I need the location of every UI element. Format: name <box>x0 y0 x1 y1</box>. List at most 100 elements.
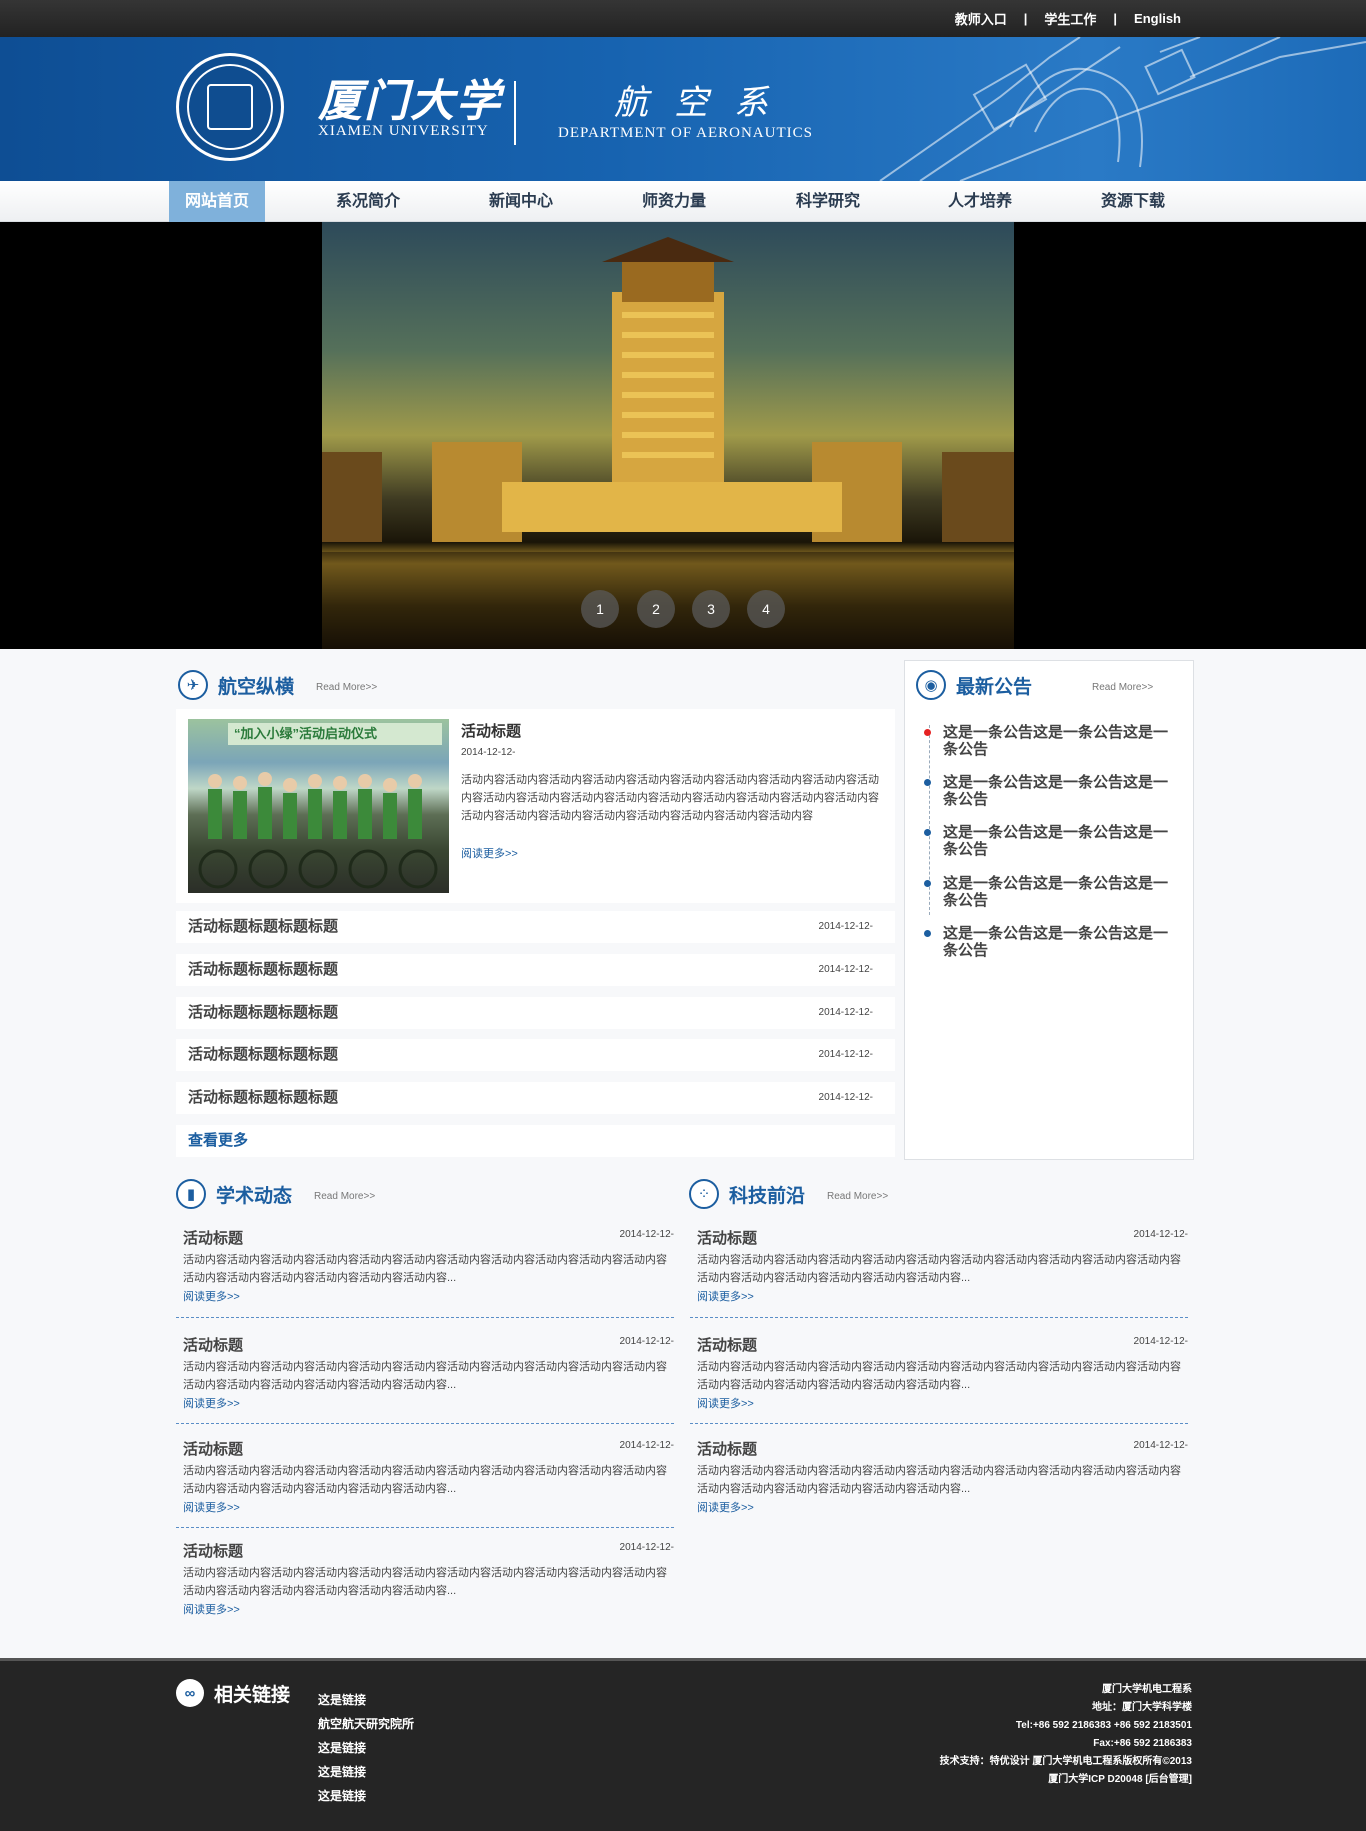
list-item[interactable]: 活动标题标题标题标题 2014-12-12- <box>176 911 895 943</box>
notice-item[interactable]: 这是一条公告这是一条公告这是一条公告 <box>924 774 1173 808</box>
aviation-title: 航空纵横 <box>218 676 295 698</box>
article-summary: 活动内容活动内容活动内容活动内容活动内容活动内容活动内容活动内容活动内容活动内容… <box>183 1254 667 1284</box>
university-name-cn: 厦门大学 <box>318 76 502 127</box>
article-read-more-link[interactable]: 阅读更多>> <box>183 1395 240 1411</box>
nav-news[interactable]: 新闻中心 <box>471 181 571 222</box>
activity-date: 2014-12-12- <box>461 747 516 758</box>
banner-slider: 1 2 3 4 <box>0 222 1366 649</box>
article-summary: 活动内容活动内容活动内容活动内容活动内容活动内容活动内容活动内容活动内容活动内容… <box>183 1361 667 1391</box>
notice-item-text[interactable]: 这是一条公告这是一条公告这是一条公告 <box>943 774 1168 808</box>
article-read-more-link[interactable]: 阅读更多>> <box>183 1601 240 1617</box>
top-links: 教师入口 | 学生工作 | English <box>955 0 1181 37</box>
nav-faculty[interactable]: 师资力量 <box>624 181 724 222</box>
view-more-link[interactable]: 查看更多 <box>188 1125 248 1157</box>
list-item-title[interactable]: 活动标题标题标题标题 <box>188 1039 338 1071</box>
nav-research[interactable]: 科学研究 <box>778 181 878 222</box>
slide-dot-2[interactable]: 2 <box>637 590 675 628</box>
nav-about[interactable]: 系况简介 <box>318 181 418 222</box>
notice-item[interactable]: 这是一条公告这是一条公告这是一条公告 <box>924 724 1173 758</box>
slide-dot-1[interactable]: 1 <box>581 590 619 628</box>
academic-read-more-link[interactable]: Read More>> <box>314 1191 375 1202</box>
notice-item-text[interactable]: 这是一条公告这是一条公告这是一条公告 <box>943 724 1168 758</box>
article-summary: 活动内容活动内容活动内容活动内容活动内容活动内容活动内容活动内容活动内容活动内容… <box>697 1361 1181 1391</box>
list-item-date: 2014-12-12- <box>818 1049 873 1060</box>
activity-read-more-link[interactable]: 阅读更多>> <box>461 845 518 861</box>
tech-read-more-link[interactable]: Read More>> <box>827 1191 888 1202</box>
list-item[interactable]: 活动标题标题标题标题 2014-12-12- <box>176 1039 895 1071</box>
article-read-more-link[interactable]: 阅读更多>> <box>697 1499 754 1515</box>
dashed-divider <box>690 1423 1188 1424</box>
article-title[interactable]: 活动标题 <box>697 1334 757 1355</box>
related-links: 这是链接 航空航天研究院所 这是链接 这是链接 这是链接 <box>318 1688 414 1808</box>
article-read-more-link[interactable]: 阅读更多>> <box>697 1395 754 1411</box>
footer-link[interactable]: 这是链接 <box>318 1693 366 1707</box>
article-summary: 活动内容活动内容活动内容活动内容活动内容活动内容活动内容活动内容活动内容活动内容… <box>183 1465 667 1495</box>
slide-dot-4[interactable]: 4 <box>747 590 785 628</box>
dashed-divider <box>176 1423 674 1424</box>
footer-address: 地址：厦门大学科学楼 <box>1092 1702 1192 1713</box>
student-work-link[interactable]: 学生工作 <box>1044 9 1096 28</box>
list-item[interactable]: 活动标题标题标题标题 2014-12-12- <box>176 1082 895 1114</box>
university-name: 厦门大学 XIAMEN UNIVERSITY <box>318 77 502 140</box>
teacher-entry-link[interactable]: 教师入口 <box>955 9 1007 28</box>
list-item[interactable]: 活动标题标题标题标题 2014-12-12- <box>176 997 895 1029</box>
aviation-read-more-link[interactable]: Read More>> <box>316 682 377 693</box>
article-title[interactable]: 活动标题 <box>183 1438 243 1459</box>
list-item-title[interactable]: 活动标题标题标题标题 <box>188 954 338 986</box>
list-item-date: 2014-12-12- <box>818 1007 873 1018</box>
list-item-title[interactable]: 活动标题标题标题标题 <box>188 911 338 943</box>
article-summary: 活动内容活动内容活动内容活动内容活动内容活动内容活动内容活动内容活动内容活动内容… <box>697 1465 1181 1495</box>
nav-education[interactable]: 人才培养 <box>930 181 1030 222</box>
article-date: 2014-12-12- <box>1133 1440 1188 1451</box>
nav-home[interactable]: 网站首页 <box>169 181 265 222</box>
slide-dot-3[interactable]: 3 <box>692 590 730 628</box>
english-link[interactable]: English <box>1134 11 1181 26</box>
list-item-title[interactable]: 活动标题标题标题标题 <box>188 997 338 1029</box>
footer-icp-admin[interactable]: 厦门大学ICP D20048 [后台管理] <box>940 1771 1192 1789</box>
article-title[interactable]: 活动标题 <box>183 1334 243 1355</box>
article-title[interactable]: 活动标题 <box>183 1540 243 1561</box>
list-item-date: 2014-12-12- <box>818 1092 873 1103</box>
article-read-more-link[interactable]: 阅读更多>> <box>183 1499 240 1515</box>
activity-title[interactable]: 活动标题 <box>461 720 521 741</box>
dashed-divider <box>690 1317 1188 1318</box>
main-nav: 网站首页 系况简介 新闻中心 师资力量 科学研究 人才培养 资源下载 <box>0 181 1366 222</box>
notice-bullet <box>924 880 931 887</box>
notice-bullet <box>924 930 931 937</box>
article-read-more-link[interactable]: 阅读更多>> <box>183 1288 240 1304</box>
list-item-date: 2014-12-12- <box>818 964 873 975</box>
top-link-separator: | <box>1023 11 1028 26</box>
article-title[interactable]: 活动标题 <box>697 1227 757 1248</box>
university-seal-logo[interactable] <box>176 53 284 161</box>
notice-item[interactable]: 这是一条公告这是一条公告这是一条公告 <box>924 925 1173 959</box>
people-with-bicycles <box>198 772 438 889</box>
activity-photo[interactable]: “加入小绿”活动启动仪式 <box>188 719 449 893</box>
article-read-more-link[interactable]: 阅读更多>> <box>697 1288 754 1304</box>
nav-downloads[interactable]: 资源下载 <box>1083 181 1183 222</box>
dashed-divider <box>176 1317 674 1318</box>
article-title[interactable]: 活动标题 <box>697 1438 757 1459</box>
notice-bullet <box>924 779 931 786</box>
footer-link[interactable]: 这是链接 <box>318 1741 366 1755</box>
footer-link[interactable]: 这是链接 <box>318 1789 366 1803</box>
notice-item[interactable]: 这是一条公告这是一条公告这是一条公告 <box>924 875 1173 909</box>
department-name: 航空系 DEPARTMENT OF AERONAUTICS <box>558 81 813 142</box>
article-date: 2014-12-12- <box>1133 1336 1188 1347</box>
notice-item[interactable]: 这是一条公告这是一条公告这是一条公告 <box>924 824 1173 858</box>
notice-item-text[interactable]: 这是一条公告这是一条公告这是一条公告 <box>943 925 1168 959</box>
top-link-separator: | <box>1113 11 1118 26</box>
list-item-title[interactable]: 活动标题标题标题标题 <box>188 1082 338 1114</box>
notice-item-text[interactable]: 这是一条公告这是一条公告这是一条公告 <box>943 875 1168 909</box>
footer-link[interactable]: 这是链接 <box>318 1765 366 1779</box>
dashed-divider <box>176 1527 674 1528</box>
links-header: ∞ 相关链接 <box>176 1679 290 1707</box>
notice-read-more-link[interactable]: Read More>> <box>1092 682 1153 693</box>
list-item[interactable]: 活动标题标题标题标题 2014-12-12- <box>176 954 895 986</box>
seal-building-emblem <box>207 84 253 130</box>
tech-title: 科技前沿 <box>729 1185 806 1207</box>
notice-panel: ◉ 最新公告 Read More>> 这是一条公告这是一条公告这是一条公告 这是… <box>904 660 1194 1160</box>
notice-item-text[interactable]: 这是一条公告这是一条公告这是一条公告 <box>943 824 1168 858</box>
footer-link[interactable]: 航空航天研究院所 <box>318 1717 414 1731</box>
article-title[interactable]: 活动标题 <box>183 1227 243 1248</box>
featured-activity: “加入小绿”活动启动仪式 活动标题 2014-12-12- 活动内容活动内容活动… <box>176 709 895 903</box>
